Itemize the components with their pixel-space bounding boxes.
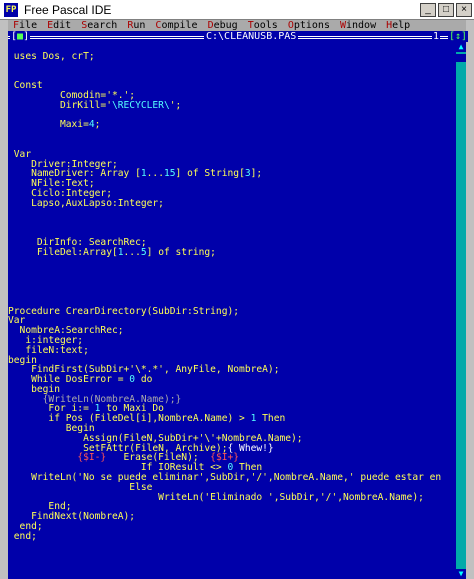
code-line: Procedure CrearDirectory(SubDir:String); [8,305,240,317]
scroll-thumb[interactable] [456,54,466,62]
window-title: Free Pascal IDE [24,2,112,17]
code-line: uses Dos, crT; [8,50,95,62]
menu-item-tools[interactable]: Tools [243,20,283,31]
scroll-up-arrow-icon[interactable]: ▲ [456,42,466,52]
editor-frame-top: [■] C:\CLEANUSB.PAS 1 [↕] [8,31,469,42]
menu-item-compile[interactable]: Compile [150,20,202,31]
menu-bar: File Edit Search Run Compile Debug Tools Option… [8,20,466,31]
menu-item-debug[interactable]: Debug [203,20,243,31]
scroll-down-arrow-icon[interactable]: ▼ [456,569,466,579]
menu-item-options[interactable]: Options [283,20,335,31]
menu-item-edit[interactable]: Edit [42,20,76,31]
title-bar: FP Free Pascal IDE _ □ × [0,0,474,20]
code-line: end; [8,530,37,542]
editor-file-title: C:\CLEANUSB.PAS [204,31,299,42]
menu-item-help[interactable]: Help [381,20,415,31]
editor-window-number: 1 [432,31,441,42]
code-line: FindNext(NombreA); [8,511,136,523]
editor-window: [■] C:\CLEANUSB.PAS 1 [↕] uses Dos, crT;… [8,31,469,579]
editor-close-box[interactable]: [■] [10,31,31,42]
code-line: Lapso,AuxLapso:Integer; [8,197,164,209]
menu-item-run[interactable]: Run [122,20,150,31]
code-area[interactable]: uses Dos, crT; Const Comodin='*.'; DirKi… [8,42,454,579]
app-icon: FP [4,2,18,17]
code-line: FileDel:Array[1...5] of string; [8,246,216,258]
close-button[interactable]: × [456,2,472,17]
code-line: Maxi=4; [8,119,101,131]
code-line: end; [8,521,43,533]
menu-item-window[interactable]: Window [335,20,381,31]
menu-item-search[interactable]: Search [76,20,122,31]
vertical-scrollbar[interactable]: ▲ ▼ [456,42,466,579]
code-line: DirKill='\RECYCLER\'; [8,99,182,111]
editor-zoom-box[interactable]: [↕] [448,31,469,42]
code-line: WriteLn('Eliminado ',SubDir,'/',NombreA.… [8,491,424,503]
code-line: While DosError = 0 do [8,374,153,386]
menu-item-file[interactable]: File [8,20,42,31]
code-line: fileN:text; [8,344,89,356]
maximize-button[interactable]: □ [438,2,454,17]
minimize-button[interactable]: _ [420,2,436,17]
